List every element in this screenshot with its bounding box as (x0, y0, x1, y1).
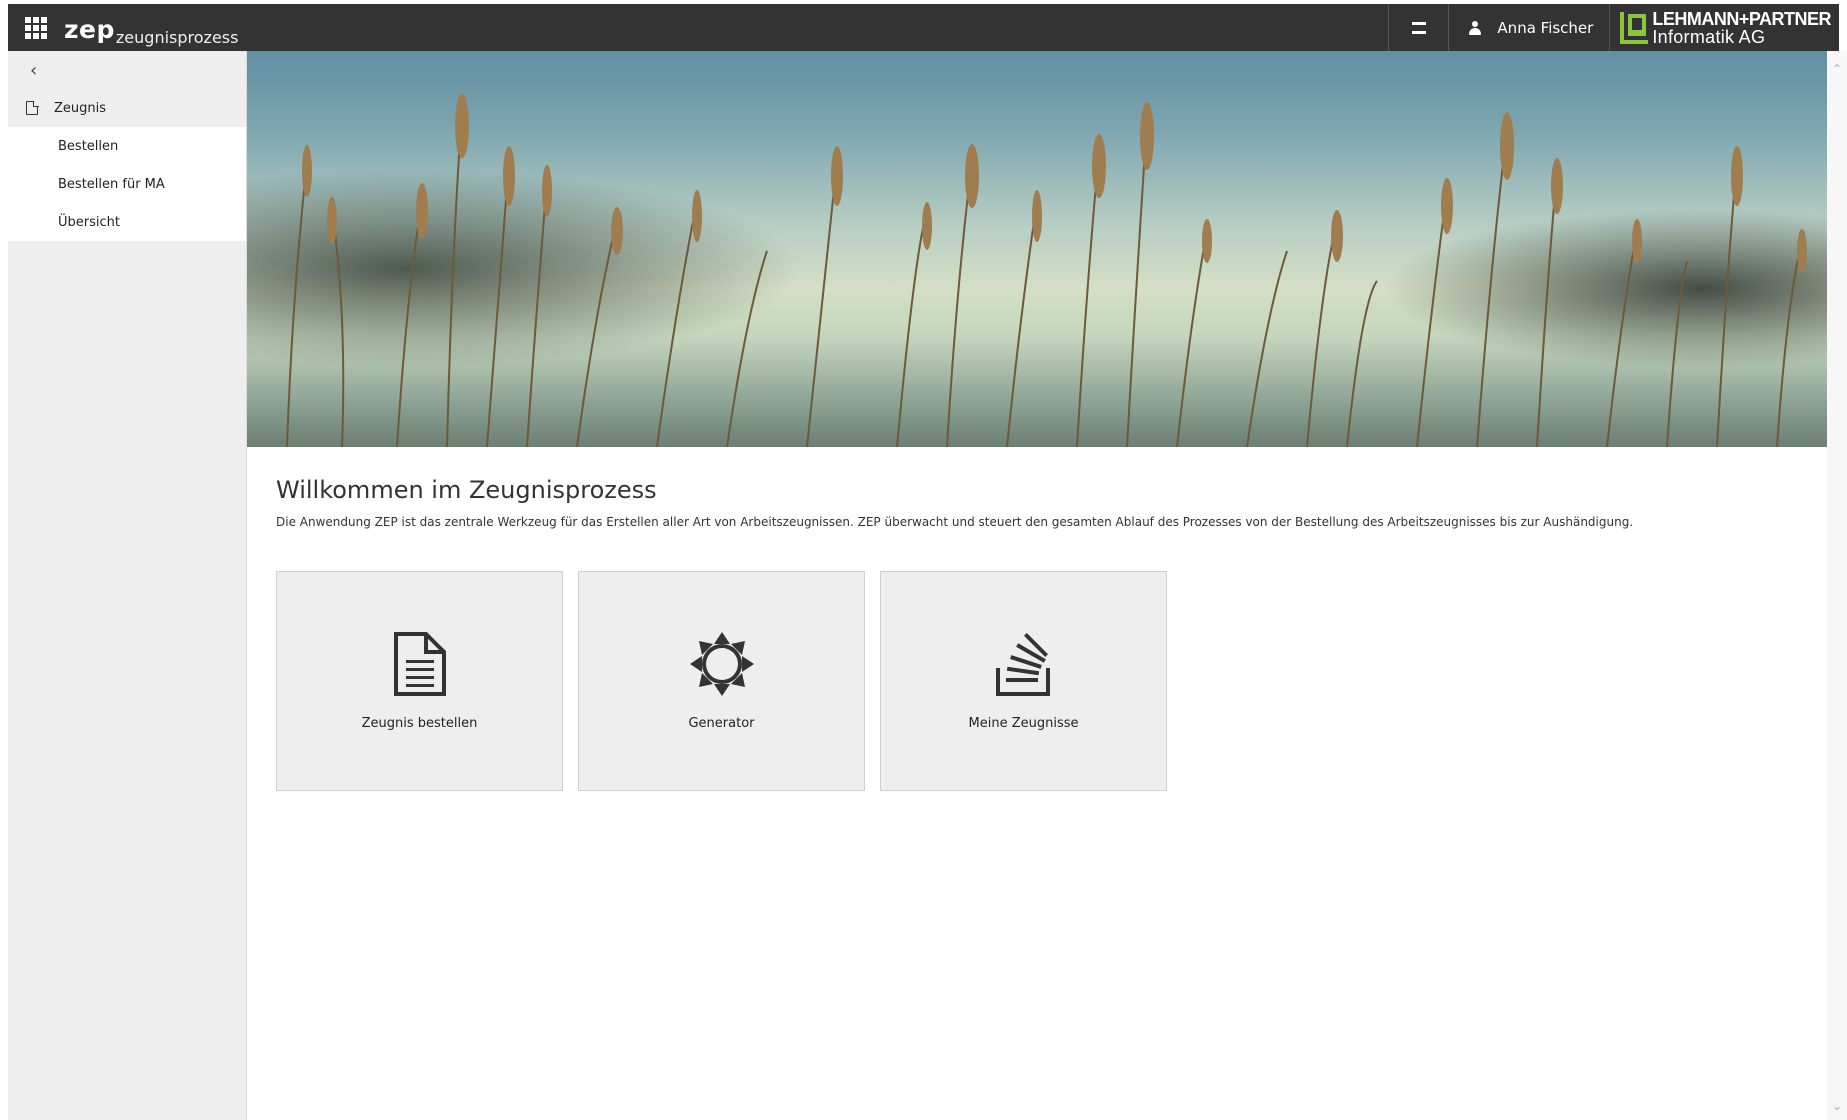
document-icon (392, 632, 448, 696)
sidebar-item-label: Übersicht (58, 214, 120, 230)
tile-label: Zeugnis bestellen (361, 716, 478, 731)
page-description: Die Anwendung ZEP ist das zentrale Werkz… (276, 515, 1634, 529)
sidebar-item-bestellen-fuer-ma[interactable]: Bestellen für MA (8, 165, 246, 203)
apps-grid-icon[interactable] (8, 4, 64, 51)
cards-button[interactable] (1388, 4, 1448, 51)
sidebar-item-bestellen[interactable]: Bestellen (8, 127, 246, 165)
reeds-illustration (247, 51, 1827, 447)
tile-zeugnis-bestellen[interactable]: Zeugnis bestellen (276, 571, 563, 791)
logo-line1: LEHMANN+PARTNER (1652, 8, 1831, 29)
app-brand[interactable]: zep zeugnisprozess (64, 4, 238, 51)
logo-line2: Informatik AG (1652, 26, 1766, 47)
tile-generator[interactable]: Generator (578, 571, 865, 791)
tile-meine-zeugnisse[interactable]: Meine Zeugnisse (880, 571, 1167, 791)
user-icon (1469, 20, 1482, 35)
user-name: Anna Fischer (1497, 18, 1594, 37)
sidebar-collapse-button[interactable]: ‹ (8, 51, 246, 89)
chevron-left-icon: ‹ (30, 59, 38, 81)
sidebar: ‹ Zeugnis Bestellen Bestellen für MA Übe… (8, 51, 247, 1120)
tile-row: Zeugnis bestellen Generator Meine Zeugni… (276, 571, 1167, 791)
sun-icon (689, 632, 754, 696)
tile-label: Meine Zeugnisse (968, 716, 1079, 731)
sidebar-item-uebersicht[interactable]: Übersicht (8, 203, 246, 241)
scrollbar[interactable]: ⌃ ⌄ (1827, 51, 1847, 1120)
sidebar-item-label: Bestellen (58, 138, 119, 154)
hero-image (247, 51, 1827, 447)
company-logo-mark (1620, 11, 1649, 44)
tile-label: Generator (688, 716, 755, 731)
sidebar-item-zeugnis[interactable]: Zeugnis (8, 89, 246, 127)
brand-main: zep (64, 15, 115, 44)
scroll-up-icon[interactable]: ⌃ (1831, 63, 1843, 75)
sidebar-item-label: Bestellen für MA (58, 176, 165, 192)
stack-icon (995, 632, 1052, 696)
top-bar: zep zeugnisprozess Anna Fischer LEHMANN+… (8, 4, 1839, 51)
cards-icon (1411, 21, 1426, 34)
page-title: Willkommen im Zeugnisprozess (276, 476, 657, 504)
company-logo: LEHMANN+PARTNER Informatik AG (1609, 4, 1839, 51)
user-menu[interactable]: Anna Fischer (1448, 4, 1609, 51)
document-icon (26, 100, 39, 115)
brand-sub: zeugnisprozess (115, 28, 239, 47)
sidebar-item-label: Zeugnis (54, 100, 107, 116)
scroll-down-icon[interactable]: ⌄ (1831, 1100, 1843, 1112)
